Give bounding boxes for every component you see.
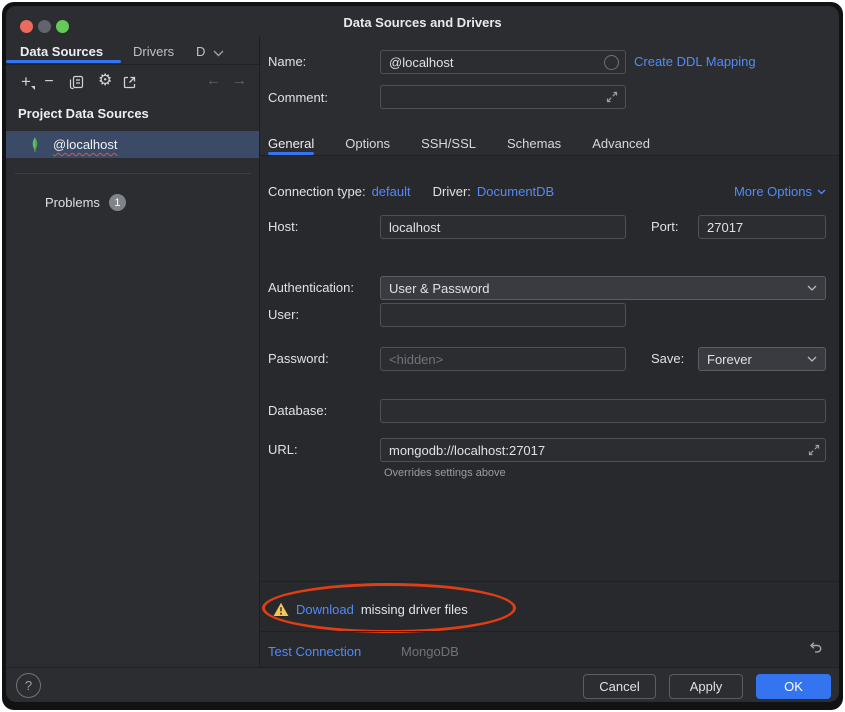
driver-name-text: MongoDB	[401, 644, 459, 659]
tab-schemas[interactable]: Schemas	[507, 136, 561, 151]
comment-input[interactable]	[380, 85, 626, 109]
name-label: Name:	[268, 54, 306, 69]
tab-data-sources[interactable]: Data Sources	[20, 44, 103, 59]
create-ddl-mapping-link[interactable]: Create DDL Mapping	[634, 54, 756, 69]
expand-editor-icon[interactable]	[808, 444, 820, 456]
authentication-label: Authentication:	[268, 280, 354, 295]
tab-advanced[interactable]: Advanced	[592, 136, 650, 151]
help-button[interactable]: ?	[16, 673, 41, 698]
problems-label: Problems	[45, 195, 100, 210]
password-label: Password:	[268, 351, 329, 366]
url-label: URL:	[268, 442, 298, 457]
port-input[interactable]	[698, 215, 826, 239]
user-label: User:	[268, 307, 299, 322]
save-label: Save:	[651, 351, 684, 366]
database-label: Database:	[268, 403, 327, 418]
problems-count-badge: 1	[109, 194, 126, 211]
dialog-title: Data Sources and Drivers	[6, 15, 839, 30]
connection-type-value-link[interactable]: default	[372, 184, 411, 199]
user-input[interactable]	[380, 303, 626, 327]
port-label: Port:	[651, 219, 678, 234]
chevron-down-icon	[817, 189, 826, 195]
save-value: Forever	[707, 352, 752, 367]
password-input[interactable]	[380, 347, 626, 371]
download-driver-link[interactable]: Download	[296, 602, 354, 617]
sidebar-separator	[15, 173, 251, 174]
cancel-button[interactable]: Cancel	[583, 674, 656, 699]
dialog-window: Data Sources and Drivers Data Sources Dr…	[6, 6, 839, 702]
url-hint: Overrides settings above	[384, 467, 506, 479]
tab-options[interactable]: Options	[345, 136, 390, 151]
database-input[interactable]	[380, 399, 826, 423]
name-input[interactable]	[380, 50, 626, 74]
expand-editor-icon[interactable]	[606, 91, 618, 103]
missing-driver-message: missing driver files	[361, 602, 468, 617]
active-tab-indicator	[6, 60, 121, 63]
add-icon[interactable]: +	[17, 72, 35, 92]
more-options-label: More Options	[734, 184, 812, 199]
duplicate-icon[interactable]	[69, 75, 84, 90]
forward-arrow-icon[interactable]: →	[232, 72, 247, 89]
data-source-item-label: @localhost	[53, 137, 118, 152]
settings-gear-icon[interactable]: ⚙	[98, 70, 112, 90]
data-source-item-localhost[interactable]: @localhost	[6, 131, 259, 158]
authentication-select[interactable]: User & Password	[380, 276, 826, 300]
authentication-value: User & Password	[389, 281, 489, 296]
chevron-down-icon[interactable]	[213, 50, 224, 57]
tab-drivers[interactable]: Drivers	[133, 44, 174, 59]
warning-triangle-icon	[273, 602, 289, 617]
driver-label: Driver:	[433, 184, 471, 199]
chevron-down-icon	[807, 356, 817, 362]
tab-overflow[interactable]: D	[196, 44, 205, 59]
test-connection-link[interactable]: Test Connection	[268, 644, 361, 659]
tab-general[interactable]: General	[268, 136, 314, 151]
chevron-down-icon	[807, 285, 817, 291]
screenshot: Data Sources and Drivers Data Sources Dr…	[0, 0, 845, 712]
mongodb-leaf-icon	[29, 137, 41, 153]
host-input[interactable]	[380, 215, 626, 239]
ok-button[interactable]: OK	[756, 674, 831, 699]
more-options-link[interactable]: More Options	[734, 184, 826, 199]
host-label: Host:	[268, 219, 298, 234]
open-in-new-icon[interactable]	[122, 75, 137, 90]
sidebar-item-problems[interactable]: Problems 1	[45, 194, 126, 211]
comment-label: Comment:	[268, 90, 328, 105]
back-arrow-icon[interactable]: ←	[206, 72, 221, 89]
name-status-circle-icon	[604, 55, 619, 70]
url-input[interactable]	[380, 438, 826, 462]
remove-icon[interactable]: −	[41, 72, 57, 92]
apply-button[interactable]: Apply	[669, 674, 743, 699]
tab-ssh-ssl[interactable]: SSH/SSL	[421, 136, 476, 151]
sidebar-section-header: Project Data Sources	[18, 106, 149, 121]
driver-value-link[interactable]: DocumentDB	[477, 184, 554, 199]
save-select[interactable]: Forever	[698, 347, 826, 371]
revert-icon[interactable]	[807, 639, 824, 656]
connection-type-label: Connection type:	[268, 184, 366, 199]
